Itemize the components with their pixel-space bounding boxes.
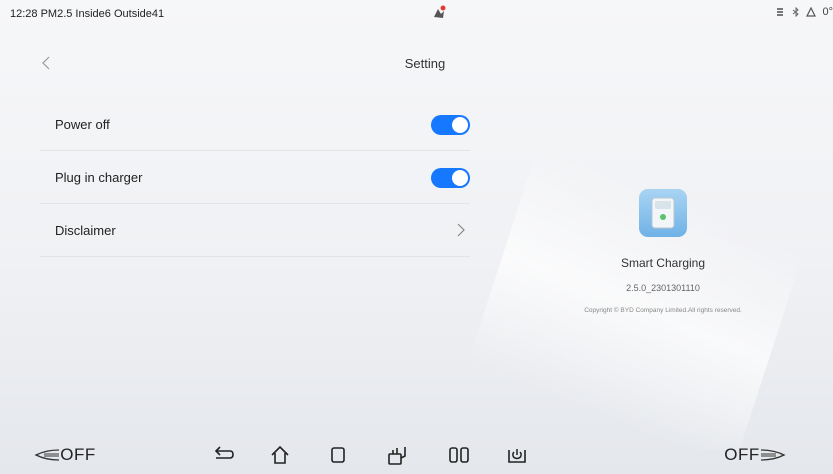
toggle-knob [452, 170, 468, 186]
app-version: 2.5.0_2301301110 [626, 283, 700, 293]
notification-icon [432, 5, 446, 21]
setting-label: Disclaimer [55, 222, 116, 238]
back-button[interactable] [36, 52, 56, 74]
chevron-right-icon [457, 223, 465, 237]
plug-in-charger-toggle[interactable] [431, 168, 470, 188]
setting-label: Power off [55, 116, 110, 132]
power-off-toggle[interactable] [431, 115, 470, 135]
right-off-label: OFF [724, 445, 760, 464]
home-icon [271, 445, 289, 464]
setting-row-plug-in-charger: Plug in charger [40, 151, 470, 204]
recents-nav-button[interactable] [324, 436, 352, 474]
multi-window-icon [388, 447, 406, 465]
power-icon [508, 449, 526, 463]
chevron-left-icon [42, 56, 50, 70]
status-bar: 12:28 PM2.5 Inside6 Outside41 0° [0, 0, 833, 28]
setting-row-power-off: Power off [40, 98, 470, 151]
power-nav-button[interactable] [502, 436, 532, 474]
setting-row-disclaimer[interactable]: Disclaimer [40, 204, 470, 257]
bottom-nav-bar: OFF OFF [0, 436, 833, 474]
page-title: Setting [404, 56, 446, 71]
status-text: 12:28 PM2.5 Inside6 Outside41 [10, 8, 165, 20]
split-screen-icon [449, 447, 469, 463]
split-screen-nav-button[interactable] [444, 436, 474, 474]
back-icon [214, 446, 234, 459]
left-airflow-icon [34, 449, 60, 461]
bluetooth-icon [793, 7, 800, 17]
copyright-text: Copyright © BYD Company Limited.All righ… [584, 307, 742, 314]
right-airflow-icon [760, 449, 786, 461]
temperature-icon [806, 7, 817, 17]
smart-charging-app-icon [638, 188, 688, 238]
status-icons: 0° [776, 6, 833, 18]
recents-icon [331, 447, 345, 463]
left-off-label: OFF [60, 445, 96, 464]
setting-label: Plug in charger [55, 169, 143, 185]
right-climate-off-button[interactable]: OFF [712, 436, 798, 474]
toggle-knob [452, 117, 468, 133]
settings-list: Power off Plug in charger Disclaimer [40, 98, 470, 257]
home-nav-button[interactable] [266, 436, 294, 474]
app-name: Smart Charging [620, 256, 706, 270]
back-nav-button[interactable] [210, 436, 238, 474]
wifi-icon [777, 8, 784, 16]
multi-window-nav-button[interactable] [381, 436, 411, 474]
temperature-value: 0° [822, 6, 833, 18]
left-climate-off-button[interactable]: OFF [22, 436, 108, 474]
